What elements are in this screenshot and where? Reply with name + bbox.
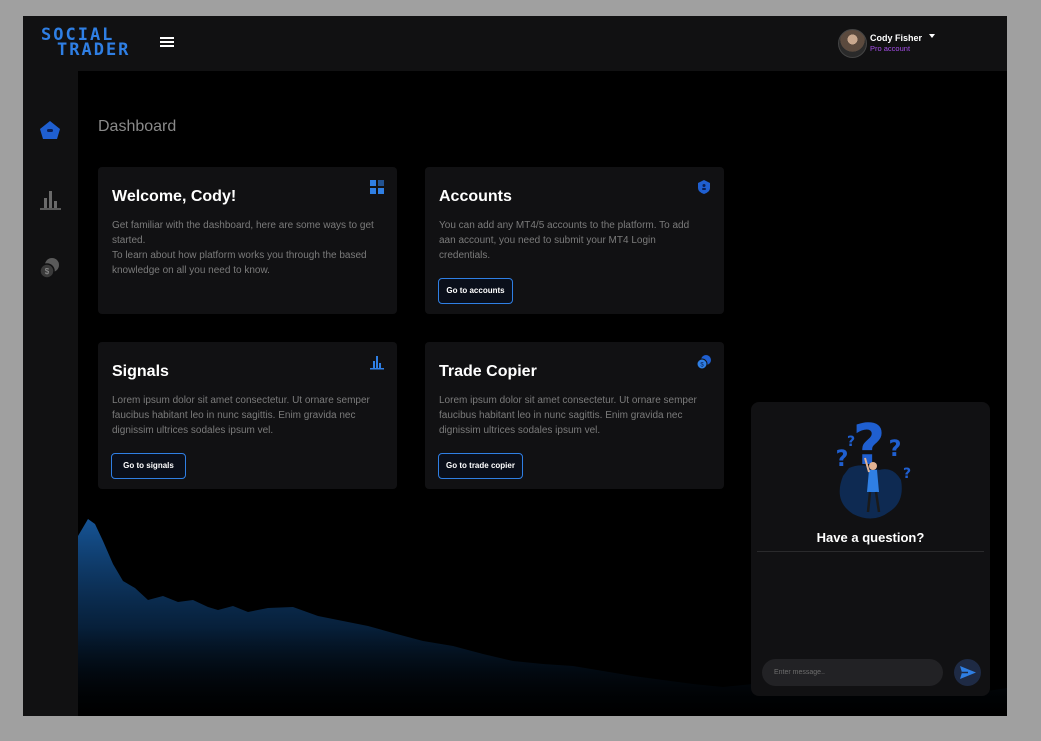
trade-copier-card-title: Trade Copier [439, 363, 537, 380]
shield-icon [698, 180, 710, 194]
coins-icon: $ [39, 258, 59, 279]
svg-text:?: ? [889, 437, 902, 462]
send-icon [960, 666, 976, 679]
welcome-card: Welcome, Cody! Get familiar with the das… [98, 167, 397, 314]
accounts-card-text: You can add any MT4/5 accounts to the pl… [439, 220, 690, 261]
question-illustration: ? ? ? ? ? [836, 413, 911, 519]
message-input[interactable] [762, 659, 943, 686]
accounts-card: Accounts You can add any MT4/5 accounts … [425, 167, 724, 314]
welcome-card-text: Get familiar with the dashboard, here ar… [112, 220, 374, 276]
chat-divider [757, 551, 984, 552]
sidebar-item-home[interactable] [38, 118, 62, 142]
welcome-card-title: Welcome, Cody! [112, 188, 237, 205]
accounts-card-title: Accounts [439, 188, 512, 205]
avatar [838, 29, 867, 58]
go-to-trade-copier-button[interactable]: Go to trade copier [438, 453, 523, 479]
page-title: Dashboard [98, 118, 177, 135]
chat-title: Have a question? [816, 530, 925, 545]
top-bar: SOCIAL TRADER Cody Fisher Pro account [23, 16, 1007, 71]
sidebar-item-signals[interactable] [38, 187, 62, 211]
chevron-down-icon[interactable] [929, 34, 935, 38]
trade-copier-card-text: Lorem ipsum dolor sit amet consectetur. … [439, 395, 697, 436]
svg-text:?: ? [847, 434, 855, 450]
menu-icon[interactable] [160, 37, 174, 49]
svg-text:?: ? [853, 413, 885, 478]
send-button[interactable] [954, 659, 981, 686]
app-window: SOCIAL TRADER Cody Fisher Pro account $ … [23, 16, 1007, 716]
bar-chart-icon [370, 356, 384, 370]
go-to-accounts-button[interactable]: Go to accounts [438, 278, 513, 304]
signals-card-title: Signals [112, 363, 169, 380]
sidebar: $ [23, 71, 78, 716]
signals-card-text: Lorem ipsum dolor sit amet consectetur. … [112, 395, 370, 436]
trade-copier-card: Trade Copier $ Lorem ipsum dolor sit ame… [425, 342, 724, 489]
logo-line-2: TRADER [57, 40, 131, 60]
signals-card: Signals Lorem ipsum dolor sit amet conse… [98, 342, 397, 489]
coins-icon: $ [696, 355, 711, 370]
home-icon [40, 121, 60, 139]
svg-text:$: $ [45, 267, 50, 276]
help-chat-panel: ? ? ? ? ? Have a question? [751, 402, 990, 696]
grid-icon [370, 180, 384, 194]
user-role: Pro account [870, 44, 911, 53]
go-to-signals-button[interactable]: Go to signals [111, 453, 186, 479]
user-name: Cody Fisher [870, 33, 923, 43]
user-menu[interactable]: Cody Fisher Pro account [838, 29, 948, 59]
sidebar-item-trade-copier[interactable]: $ [38, 256, 62, 280]
svg-text:?: ? [836, 447, 849, 472]
app-logo[interactable]: SOCIAL TRADER [41, 27, 141, 60]
bar-chart-icon [40, 191, 61, 210]
svg-text:?: ? [903, 466, 911, 482]
